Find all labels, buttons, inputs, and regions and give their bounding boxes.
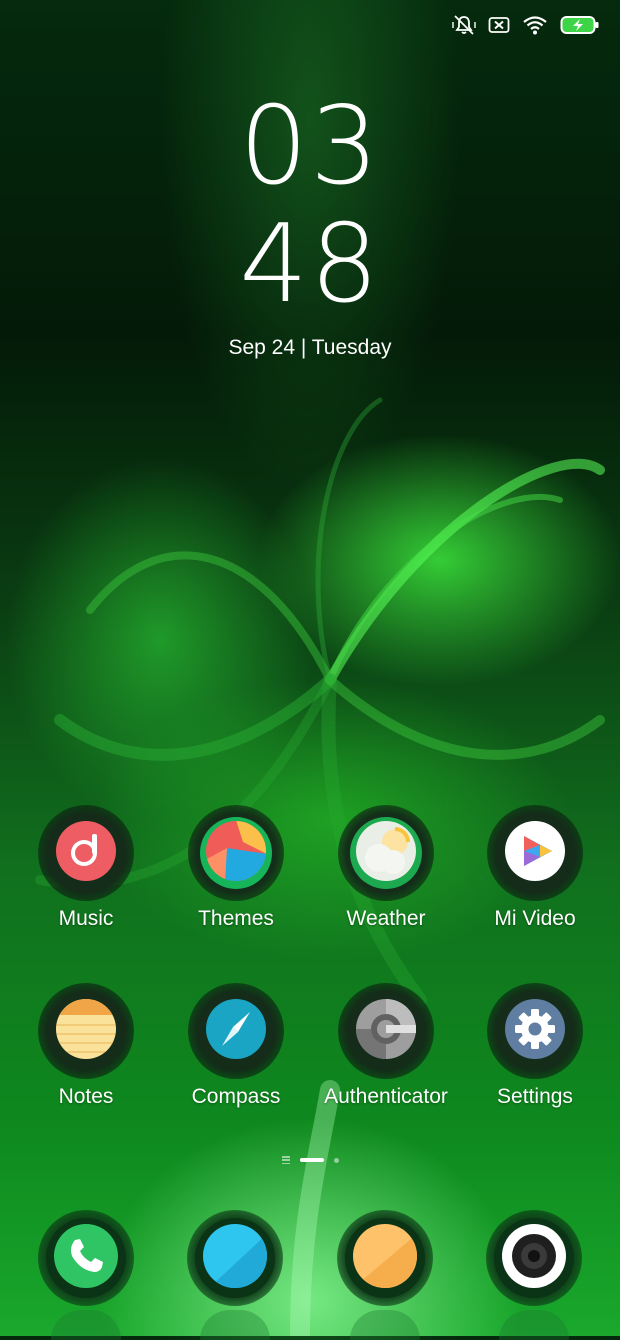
vibrate-mute-icon bbox=[452, 14, 476, 36]
camera-icon bbox=[501, 1223, 567, 1294]
app-weather[interactable]: Weather bbox=[311, 805, 461, 931]
app-label: Notes bbox=[58, 1085, 114, 1108]
app-mi-video[interactable]: Mi Video bbox=[460, 805, 610, 931]
themes-icon bbox=[205, 820, 267, 887]
app-compass[interactable]: Compass bbox=[161, 983, 311, 1109]
dock-messaging[interactable] bbox=[187, 1210, 283, 1306]
app-settings[interactable]: Settings bbox=[460, 983, 610, 1109]
date-label[interactable]: Sep 24 | Tuesday bbox=[0, 336, 620, 360]
app-notes[interactable]: Notes bbox=[11, 983, 161, 1109]
app-authenticator[interactable]: Authenticator bbox=[311, 983, 461, 1109]
dock-camera[interactable] bbox=[486, 1210, 582, 1306]
dock-phone[interactable] bbox=[38, 1210, 134, 1306]
authenticator-icon bbox=[355, 998, 417, 1065]
app-label: Settings bbox=[497, 1085, 573, 1108]
weather-icon bbox=[355, 820, 417, 887]
status-bar bbox=[452, 14, 600, 36]
app-label: Mi Video bbox=[494, 907, 576, 930]
mi-video-icon bbox=[504, 820, 566, 887]
app-label: Compass bbox=[191, 1085, 281, 1108]
page-indicator[interactable] bbox=[0, 1156, 620, 1164]
notes-icon bbox=[55, 998, 117, 1065]
app-themes[interactable]: Themes bbox=[161, 805, 311, 931]
clock-minutes[interactable]: 48 bbox=[0, 210, 620, 320]
app-label: Authenticator bbox=[324, 1085, 448, 1108]
app-label: Themes bbox=[198, 907, 274, 930]
browser-icon bbox=[352, 1223, 418, 1294]
dock-browser[interactable] bbox=[337, 1210, 433, 1306]
menu-icon bbox=[281, 1156, 290, 1164]
app-label: Music bbox=[58, 907, 114, 930]
no-sim-icon bbox=[488, 16, 510, 34]
music-icon bbox=[55, 820, 117, 887]
page-dot-active bbox=[299, 1158, 324, 1162]
app-music[interactable]: Music bbox=[11, 805, 161, 931]
battery-charging-icon bbox=[560, 15, 600, 35]
clock-hours[interactable]: 03 bbox=[0, 92, 620, 202]
phone-icon bbox=[53, 1223, 119, 1294]
compass-icon bbox=[205, 998, 267, 1065]
app-label: Weather bbox=[346, 907, 426, 930]
messaging-icon bbox=[202, 1223, 268, 1294]
page-dot bbox=[333, 1157, 339, 1163]
wifi-icon bbox=[522, 15, 548, 35]
settings-icon bbox=[504, 998, 566, 1065]
